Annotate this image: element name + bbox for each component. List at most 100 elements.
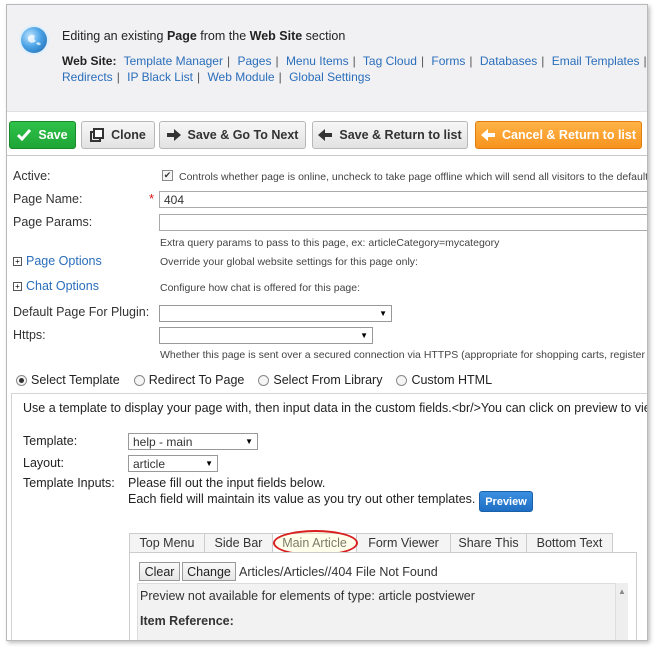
radio-select-from-library[interactable]: Select From Library bbox=[258, 373, 382, 387]
tab-top-menu[interactable]: Top Menu bbox=[129, 533, 205, 552]
toolbar-divider bbox=[7, 155, 647, 156]
nav-redirects[interactable]: Redirects bbox=[62, 70, 113, 84]
expand-plus-icon: + bbox=[13, 256, 22, 266]
tab-bottom-text[interactable]: Bottom Text bbox=[526, 533, 613, 552]
layout-select[interactable]: article ▼ bbox=[128, 455, 218, 472]
cancel-return-button[interactable]: Cancel & Return to list bbox=[475, 121, 642, 149]
save-return-label: Save & Return to list bbox=[339, 128, 462, 142]
scroll-up-arrow-icon[interactable]: ▲ bbox=[618, 587, 626, 596]
editing-heading: Editing an existing Page from the Web Si… bbox=[62, 29, 345, 43]
radio-library-label: Select From Library bbox=[273, 373, 383, 387]
template-intro: Use a template to display your page with… bbox=[23, 401, 648, 415]
content-mode-radios: Select Template Redirect To Page Select … bbox=[16, 373, 506, 387]
editing-prefix: Editing an existing bbox=[62, 29, 167, 43]
dropdown-arrow-icon: ▼ bbox=[245, 437, 253, 446]
save-label: Save bbox=[38, 128, 68, 142]
default-plugin-select[interactable]: ▼ bbox=[159, 305, 392, 322]
page-options-toggle[interactable]: + Page Options bbox=[13, 254, 102, 268]
page-name-label: Page Name: bbox=[13, 192, 83, 206]
layout-label: Layout: bbox=[23, 456, 65, 470]
page-params-input[interactable] bbox=[159, 214, 647, 231]
editor-window: Editing an existing Page from the Web Si… bbox=[6, 4, 648, 641]
arrow-left-icon bbox=[480, 129, 495, 141]
radio-select-template-label: Select Template bbox=[31, 373, 120, 387]
page-options-hint: Override your global website settings fo… bbox=[160, 256, 418, 268]
template-inputs-line2: Each field will maintain its value as yo… bbox=[128, 492, 476, 506]
https-select[interactable]: ▼ bbox=[159, 327, 373, 344]
preview-scrollbar[interactable]: ▲ bbox=[615, 583, 628, 640]
nav-ip-black-list[interactable]: IP Black List bbox=[127, 70, 193, 84]
chat-options-hint: Configure how chat is offered for this p… bbox=[160, 282, 361, 294]
item-reference-heading: Item Reference: bbox=[140, 614, 234, 628]
page-name-input[interactable]: 404 bbox=[159, 191, 647, 208]
https-label: Https: bbox=[13, 328, 46, 342]
expand-plus-icon: + bbox=[13, 281, 22, 291]
active-label: Active: bbox=[13, 169, 51, 183]
change-button[interactable]: Change bbox=[182, 562, 236, 581]
nav-menu-items[interactable]: Menu Items bbox=[286, 54, 349, 68]
globe-icon bbox=[21, 27, 47, 53]
default-plugin-label: Default Page For Plugin: bbox=[13, 305, 150, 319]
nav-template-manager[interactable]: Template Manager bbox=[124, 54, 223, 68]
chat-options-toggle[interactable]: + Chat Options bbox=[13, 279, 99, 293]
arrow-left-icon bbox=[318, 129, 333, 141]
clone-icon bbox=[90, 128, 105, 142]
section-nav-label: Web Site: bbox=[62, 54, 117, 68]
header-panel: Editing an existing Page from the Web Si… bbox=[7, 5, 647, 112]
nav-forms[interactable]: Forms bbox=[431, 54, 465, 68]
save-button[interactable]: Save bbox=[9, 121, 76, 149]
editing-middle: from the bbox=[196, 29, 250, 43]
save-go-next-label: Save & Go To Next bbox=[187, 128, 299, 142]
tab-main-article[interactable]: Main Article bbox=[272, 533, 357, 552]
clone-label: Clone bbox=[111, 128, 146, 142]
preview-unavailable-message: Preview not available for elements of ty… bbox=[140, 589, 475, 603]
page-params-label: Page Params: bbox=[13, 215, 93, 229]
dropdown-arrow-icon: ▼ bbox=[379, 309, 387, 318]
radio-redirect-to-page[interactable]: Redirect To Page bbox=[133, 373, 245, 387]
active-checkbox[interactable]: ✔ bbox=[162, 170, 173, 181]
tab-form-viewer[interactable]: Form Viewer bbox=[356, 533, 451, 552]
page-options-label: Page Options bbox=[26, 254, 102, 268]
section-nav-row1: Web Site: Template Manager | Pages | Menu … bbox=[62, 54, 647, 68]
nav-web-module[interactable]: Web Module bbox=[207, 70, 274, 84]
tab-share-this[interactable]: Share This bbox=[450, 533, 527, 552]
clear-button[interactable]: Clear bbox=[139, 562, 180, 581]
radio-custom-html-label: Custom HTML bbox=[411, 373, 493, 387]
dropdown-arrow-icon: ▼ bbox=[360, 331, 368, 340]
radio-selected-icon bbox=[16, 374, 27, 386]
template-inputs-line1: Please fill out the input fields below. bbox=[128, 476, 326, 490]
dropdown-arrow-icon: ▼ bbox=[205, 459, 213, 468]
required-marker: * bbox=[149, 191, 155, 206]
https-hint: Whether this page is sent over a secured… bbox=[160, 349, 648, 361]
tab-side-bar[interactable]: Side Bar bbox=[204, 533, 273, 552]
template-select[interactable]: help - main ▼ bbox=[128, 433, 258, 450]
chat-options-label: Chat Options bbox=[26, 279, 99, 293]
arrow-right-icon bbox=[166, 129, 181, 141]
template-field-tabs: Top Menu Side Bar Main Article Form View… bbox=[129, 533, 613, 552]
section-nav-row2: Redirects | IP Black List | Web Module | Gl… bbox=[62, 70, 371, 84]
radio-select-template[interactable]: Select Template bbox=[16, 373, 120, 387]
radio-icon bbox=[133, 374, 145, 386]
editing-section: Web Site bbox=[249, 29, 303, 43]
clone-button[interactable]: Clone bbox=[81, 121, 155, 149]
template-inputs-label: Template Inputs: bbox=[23, 476, 115, 490]
nav-global-settings[interactable]: Global Settings bbox=[289, 70, 370, 84]
nav-tag-cloud[interactable]: Tag Cloud bbox=[363, 54, 417, 68]
layout-select-value: article bbox=[133, 456, 166, 471]
template-select-value: help - main bbox=[133, 434, 193, 449]
preview-button[interactable]: Preview bbox=[479, 491, 533, 512]
cancel-return-label: Cancel & Return to list bbox=[501, 128, 637, 142]
editing-entity: Page bbox=[166, 29, 197, 43]
radio-icon bbox=[396, 374, 408, 386]
template-label: Template: bbox=[23, 434, 78, 448]
nav-databases[interactable]: Databases bbox=[480, 54, 537, 68]
nav-email-templates[interactable]: Email Templates bbox=[552, 54, 640, 68]
save-return-button[interactable]: Save & Return to list bbox=[312, 121, 468, 149]
radio-icon bbox=[258, 374, 270, 386]
radio-custom-html[interactable]: Custom HTML bbox=[396, 373, 492, 387]
radio-redirect-label: Redirect To Page bbox=[148, 373, 245, 387]
save-go-next-button[interactable]: Save & Go To Next bbox=[159, 121, 306, 149]
nav-pages[interactable]: Pages bbox=[237, 54, 271, 68]
editing-suffix: section bbox=[302, 29, 346, 43]
page-params-hint: Extra query params to pass to this page,… bbox=[160, 237, 500, 249]
